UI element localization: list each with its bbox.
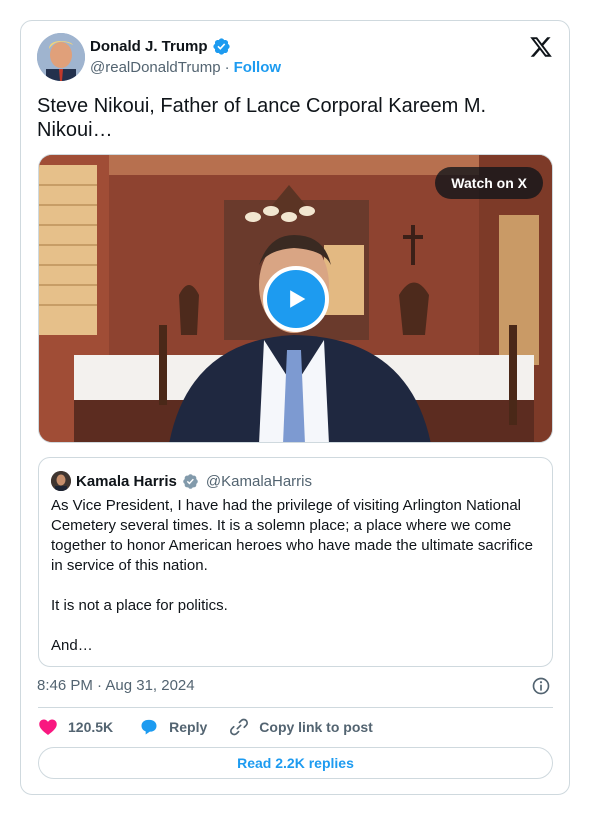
follow-button[interactable]: Follow (234, 59, 282, 76)
watch-on-x-button[interactable]: Watch on X (435, 167, 543, 199)
quoted-author-name: Kamala Harris (76, 472, 177, 490)
post-text: Steve Nikoui, Father of Lance Corporal K… (37, 95, 487, 141)
embedded-post-card: Donald J. Trump @realDonaldTrump · Follo… (20, 20, 570, 795)
heart-icon (39, 719, 57, 735)
author-avatar[interactable] (37, 33, 85, 81)
reply-bubble-icon (141, 719, 157, 735)
link-icon (230, 718, 249, 736)
author-name[interactable]: Donald J. Trump (90, 38, 208, 55)
play-button[interactable] (263, 266, 329, 332)
reply-button[interactable]: Reply (139, 717, 207, 737)
quoted-post[interactable]: Kamala Harris @KamalaHarris As Vice Pres… (38, 457, 553, 667)
verified-badge-icon (183, 473, 198, 489)
handle-separator: · (224, 59, 230, 76)
like-count: 120.5K (68, 719, 114, 735)
like-button[interactable]: 120.5K (38, 717, 113, 737)
copy-link-button[interactable]: Copy link to post (229, 717, 373, 737)
quoted-paragraph: And… (51, 637, 93, 654)
reply-label: Reply (169, 719, 208, 735)
play-icon (290, 290, 306, 308)
x-logo-icon[interactable] (529, 35, 553, 59)
quoted-author-handle: @KamalaHarris (205, 472, 312, 490)
quoted-post-text: As Vice President, I have had the privil… (51, 496, 541, 656)
post-actions: 120.5K Reply Copy link to post (38, 716, 373, 738)
quoted-paragraph: It is not a place for politics. (51, 597, 228, 614)
copy-link-label: Copy link to post (259, 719, 373, 735)
post-timestamp[interactable]: 8:46 PM · Aug 31, 2024 (37, 677, 195, 694)
quoted-paragraph: As Vice President, I have had the privil… (51, 497, 533, 574)
info-icon[interactable] (531, 676, 551, 696)
video-player[interactable]: Watch on X (38, 154, 553, 443)
divider (38, 707, 553, 708)
verified-badge-icon (212, 38, 230, 55)
read-replies-button[interactable]: Read 2.2K replies (38, 747, 553, 779)
author-handle[interactable]: @realDonaldTrump (90, 59, 221, 76)
quoted-author-avatar (51, 471, 71, 491)
